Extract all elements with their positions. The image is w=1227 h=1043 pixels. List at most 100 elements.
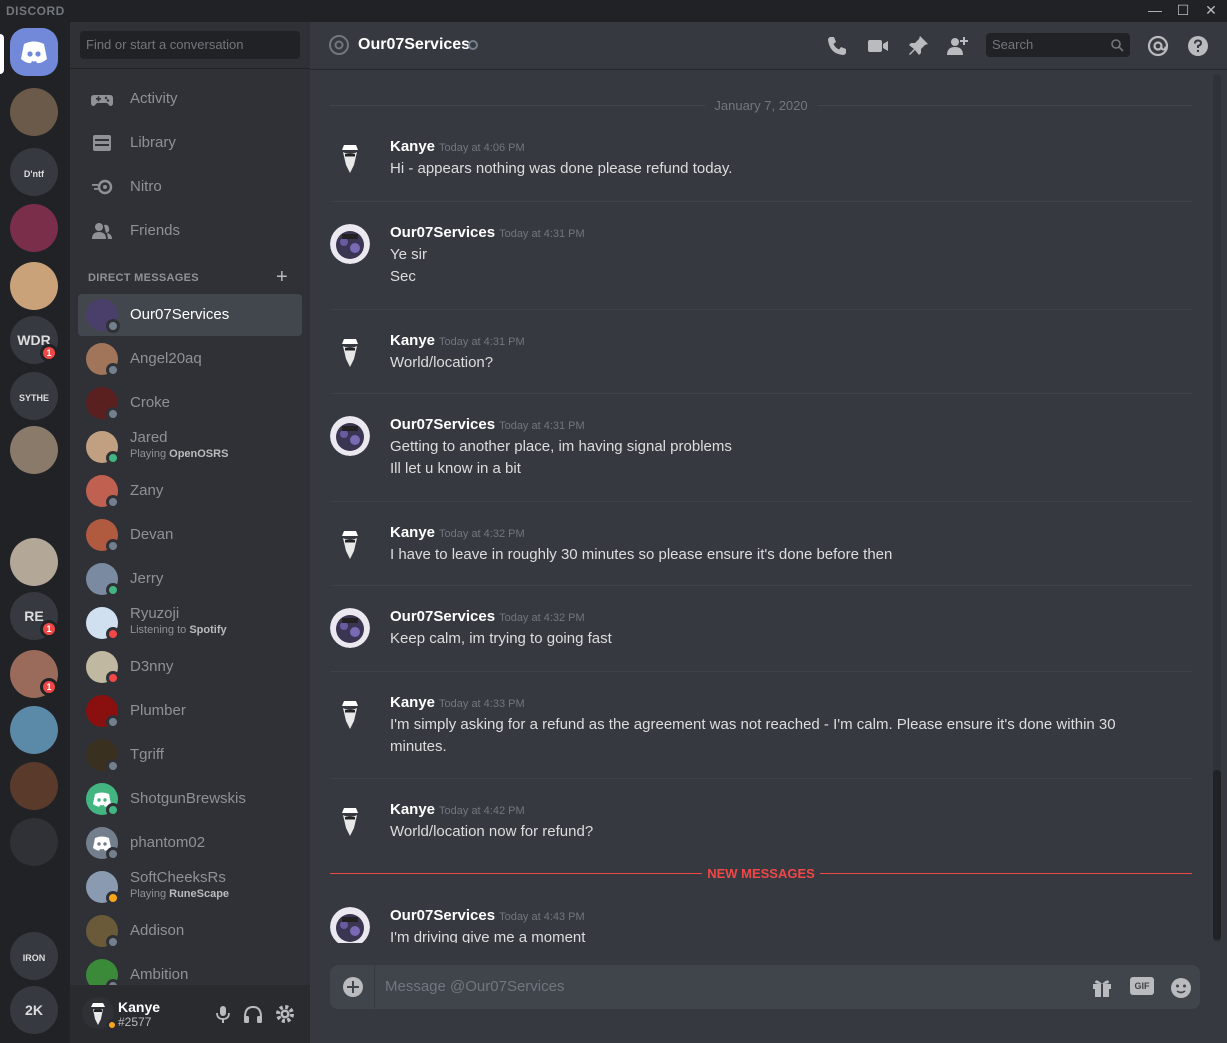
gift-icon[interactable] bbox=[1090, 976, 1114, 1000]
user-status-dot bbox=[106, 1019, 118, 1031]
message-separator bbox=[330, 778, 1192, 779]
dm-item-our07services[interactable]: Our07Services bbox=[78, 294, 302, 336]
dm-item-phantom02[interactable]: phantom02 bbox=[78, 822, 302, 864]
nav-friends[interactable]: Friends bbox=[78, 210, 302, 252]
dm-item-zany[interactable]: Zany bbox=[78, 470, 302, 512]
direct-messages-header: DIRECT MESSAGES bbox=[88, 272, 199, 284]
message-author[interactable]: Kanye bbox=[390, 694, 435, 711]
message-author[interactable]: Our07Services bbox=[390, 224, 495, 241]
search-input[interactable]: Search bbox=[986, 33, 1130, 57]
dm-item-jared[interactable]: Jared Playing OpenOSRS bbox=[78, 426, 302, 468]
message-avatar[interactable] bbox=[330, 138, 370, 178]
guild-2k[interactable]: 2K bbox=[10, 986, 58, 1034]
chat-header: Our07Services Search bbox=[310, 22, 1227, 70]
user-name: Kanye bbox=[118, 999, 161, 1015]
message-timestamp: Today at 4:06 PM bbox=[439, 142, 525, 154]
dm-activity: Playing OpenOSRS bbox=[130, 448, 228, 460]
voice-call-icon[interactable] bbox=[825, 34, 849, 58]
dm-item-angel20aq[interactable]: Angel20aq bbox=[78, 338, 302, 380]
dm-item-tgriff[interactable]: Tgriff bbox=[78, 734, 302, 776]
settings-gear-icon[interactable] bbox=[274, 1003, 296, 1025]
dm-item-plumber[interactable]: Plumber bbox=[78, 690, 302, 732]
close-button[interactable]: ✕ bbox=[1197, 0, 1225, 22]
nav-library[interactable]: Library bbox=[78, 122, 302, 164]
message-separator bbox=[330, 201, 1192, 202]
message-avatar[interactable] bbox=[330, 907, 370, 943]
controller-icon bbox=[91, 95, 113, 106]
guild-dntf-label: D'ntf bbox=[23, 169, 45, 179]
nav-library-label: Library bbox=[130, 134, 176, 151]
guild-9[interactable] bbox=[10, 538, 58, 586]
mention-badge: 1 bbox=[40, 344, 58, 362]
guild-iron-pures[interactable]: IRON PURES bbox=[10, 932, 58, 980]
message-avatar[interactable] bbox=[330, 332, 370, 372]
find-conversation-input[interactable]: Find or start a conversation bbox=[80, 31, 300, 59]
message-avatar[interactable] bbox=[330, 608, 370, 648]
guild-15[interactable] bbox=[10, 874, 58, 922]
maximize-button[interactable]: ☐ bbox=[1169, 0, 1197, 22]
attach-plus-icon[interactable] bbox=[342, 976, 364, 998]
message-timestamp: Today at 4:32 PM bbox=[499, 612, 585, 624]
nav-nitro[interactable]: Nitro bbox=[78, 166, 302, 208]
nitro-icon bbox=[92, 179, 113, 195]
guild-4[interactable] bbox=[10, 262, 58, 310]
add-friend-icon[interactable] bbox=[946, 34, 970, 58]
emoji-icon[interactable] bbox=[1169, 976, 1193, 1000]
divider bbox=[70, 68, 310, 69]
guild-13[interactable] bbox=[10, 762, 58, 810]
message-avatar[interactable] bbox=[330, 524, 370, 564]
message-avatar[interactable] bbox=[330, 801, 370, 841]
microphone-icon[interactable] bbox=[212, 1003, 234, 1025]
minimize-button[interactable]: — bbox=[1141, 0, 1169, 22]
guild-8[interactable] bbox=[10, 482, 58, 530]
message-author[interactable]: Our07Services bbox=[390, 416, 495, 433]
guild-7[interactable] bbox=[10, 426, 58, 474]
guild-12[interactable] bbox=[10, 706, 58, 754]
create-dm-button[interactable]: + bbox=[276, 266, 288, 289]
message-author[interactable]: Kanye bbox=[390, 801, 435, 818]
guild-3[interactable] bbox=[10, 204, 58, 252]
message-avatar[interactable] bbox=[330, 694, 370, 734]
dm-item-devan[interactable]: Devan bbox=[78, 514, 302, 556]
message-avatar[interactable] bbox=[330, 224, 370, 264]
dm-item-addison[interactable]: Addison bbox=[78, 910, 302, 952]
nav-activity[interactable]: Activity bbox=[78, 78, 302, 120]
message-author[interactable]: Our07Services bbox=[390, 608, 495, 625]
message-input[interactable]: Message @Our07Services bbox=[385, 978, 564, 995]
dm-name: Ambition bbox=[130, 966, 189, 983]
message-author[interactable]: Our07Services bbox=[390, 907, 495, 924]
guild-sythe[interactable]: SYTHE bbox=[10, 372, 58, 420]
message-author[interactable]: Kanye bbox=[390, 524, 435, 541]
dm-item-ryuzoji[interactable]: Ryuzoji Listening to Spotify bbox=[78, 602, 302, 644]
status-offline-icon bbox=[106, 407, 120, 421]
message-author[interactable]: Kanye bbox=[390, 332, 435, 349]
message-separator bbox=[330, 393, 1192, 394]
home-button[interactable] bbox=[10, 28, 58, 76]
dm-item-croke[interactable]: Croke bbox=[78, 382, 302, 424]
message-author[interactable]: Kanye bbox=[390, 138, 435, 155]
message-text: World/location now for refund? bbox=[390, 823, 594, 840]
dm-item-shotgunbrewskis[interactable]: ShotgunBrewskis bbox=[78, 778, 302, 820]
mention-icon[interactable] bbox=[1146, 34, 1170, 58]
message-composer: Message @Our07Services GIF bbox=[330, 965, 1200, 1009]
guild-1[interactable] bbox=[10, 88, 58, 136]
dm-name: Our07Services bbox=[130, 306, 230, 323]
dm-item-d3nny[interactable]: D3nny bbox=[78, 646, 302, 688]
message-text: Hi - appears nothing was done please ref… bbox=[390, 160, 733, 177]
friends-icon bbox=[92, 223, 112, 239]
video-call-icon[interactable] bbox=[866, 34, 890, 58]
dm-name: D3nny bbox=[130, 658, 174, 675]
guild-dntf[interactable]: D'ntf bbox=[10, 148, 58, 196]
pin-icon[interactable] bbox=[906, 34, 930, 58]
discord-logo-icon bbox=[21, 41, 47, 64]
message: Kanye Today at 4:31 PM World/location? bbox=[330, 332, 1192, 374]
help-icon[interactable] bbox=[1186, 34, 1210, 58]
guild-14[interactable] bbox=[10, 818, 58, 866]
message-separator bbox=[330, 309, 1192, 310]
headphones-icon[interactable] bbox=[242, 1003, 264, 1025]
dm-item-jerry[interactable]: Jerry bbox=[78, 558, 302, 600]
scrollbar-thumb[interactable] bbox=[1213, 770, 1221, 940]
dm-item-softcheeksrs[interactable]: SoftCheeksRs Playing RuneScape bbox=[78, 866, 302, 908]
gif-button[interactable]: GIF bbox=[1130, 977, 1154, 995]
message-avatar[interactable] bbox=[330, 416, 370, 456]
